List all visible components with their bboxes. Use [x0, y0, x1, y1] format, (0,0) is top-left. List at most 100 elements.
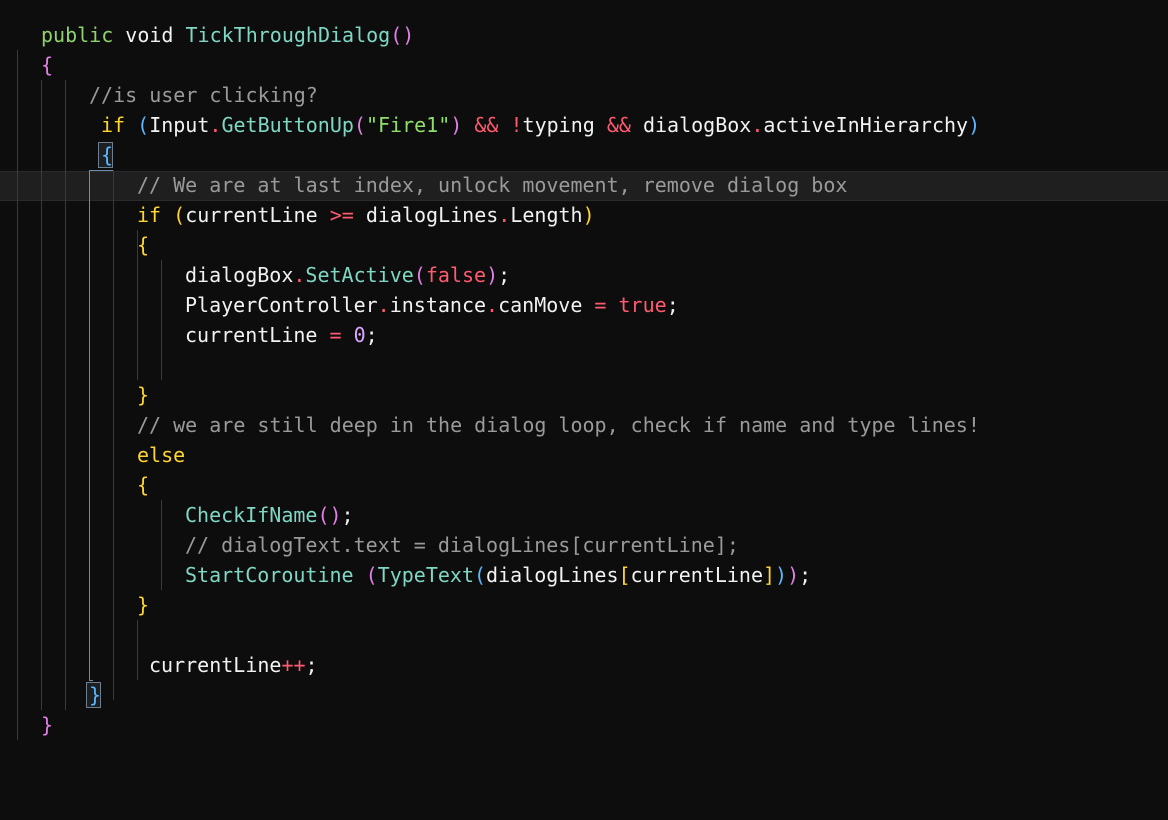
code-token: if [101, 113, 126, 137]
code-token: dialogBox [642, 113, 752, 137]
code-token: . [751, 113, 764, 137]
indent-guide-active-top [89, 170, 113, 171]
code-token: ) [402, 23, 415, 47]
code-line[interactable]: } [89, 680, 101, 710]
code-token: ) [775, 563, 788, 587]
indent-guide [161, 500, 162, 590]
code-token: ; [341, 503, 354, 527]
code-token: CheckIfName [185, 503, 318, 527]
code-token: ; [498, 263, 511, 287]
indent-guide [113, 170, 114, 700]
code-token: >= [329, 203, 354, 227]
code-line[interactable]: } [137, 590, 149, 620]
code-token: false [425, 263, 487, 287]
code-token: { [137, 233, 150, 257]
code-token: } [89, 683, 102, 707]
code-token: ( [365, 563, 378, 587]
code-line[interactable]: //is user clicking? [89, 80, 318, 110]
code-line[interactable]: currentLine++; [149, 650, 318, 680]
code-line[interactable]: CheckIfName(); [185, 500, 354, 530]
code-token: "Fire1" [365, 113, 451, 137]
code-token: Length [510, 203, 583, 227]
code-line[interactable]: currentLine = 0; [185, 320, 378, 350]
code-token: currentLine [185, 323, 318, 347]
code-token: ) [968, 113, 981, 137]
code-token: instance [389, 293, 487, 317]
code-token: dialogBox [185, 263, 294, 287]
code-token: } [41, 713, 54, 737]
code-token: dialogLines [486, 563, 619, 587]
code-token: StartCoroutine [185, 563, 354, 587]
code-token: ( [137, 113, 150, 137]
code-token: if [137, 203, 162, 227]
code-line[interactable]: dialogBox.SetActive(false); [185, 260, 510, 290]
code-line[interactable]: // We are at last index, unlock movement… [137, 170, 847, 200]
code-editor[interactable]: public void TickThroughDialog(){//is use… [0, 0, 1168, 820]
code-token: Input [149, 113, 210, 137]
code-token: ; [666, 293, 679, 317]
code-token: && [474, 113, 499, 137]
code-token: ; [305, 653, 318, 677]
indent-guide [41, 80, 42, 710]
code-token: . [498, 203, 511, 227]
code-token: TickThroughDialog [185, 23, 391, 47]
code-token: // dialogText.text = dialogLines[current… [185, 533, 739, 557]
code-line[interactable]: if (currentLine >= dialogLines.Length) [137, 200, 595, 230]
code-line[interactable]: } [137, 380, 149, 410]
code-token: [ [618, 563, 631, 587]
code-line[interactable]: // dialogText.text = dialogLines[current… [185, 530, 739, 560]
code-token: 0 [353, 323, 366, 347]
code-token: void [125, 23, 174, 47]
code-line[interactable]: StartCoroutine (TypeText(dialogLines[cur… [185, 560, 811, 590]
code-token: = [594, 293, 607, 317]
code-token: = [329, 323, 342, 347]
code-line[interactable]: { [137, 470, 149, 500]
code-token: ! [510, 113, 523, 137]
code-token: { [41, 53, 54, 77]
code-token: public [41, 23, 114, 47]
code-token: canMove [498, 293, 583, 317]
code-token: //is user clicking? [89, 83, 318, 107]
indent-guide-active [89, 170, 90, 680]
code-line[interactable]: { [41, 50, 53, 80]
code-token: true [618, 293, 667, 317]
code-line[interactable]: PlayerController.instance.canMove = true… [185, 290, 679, 320]
code-token: ) [486, 263, 499, 287]
code-token: ( [390, 23, 403, 47]
code-token: ( [474, 563, 487, 587]
code-token: SetActive [305, 263, 414, 287]
code-token: currentLine [630, 563, 763, 587]
code-token: ( [353, 113, 366, 137]
code-token: ) [329, 503, 342, 527]
code-line[interactable]: if (Input.GetButtonUp("Fire1") && !typin… [101, 110, 980, 140]
code-token: ] [763, 563, 776, 587]
code-line[interactable]: } [41, 710, 53, 740]
code-token: ( [413, 263, 426, 287]
code-line[interactable]: // we are still deep in the dialog loop,… [137, 410, 980, 440]
code-token: // We are at last index, unlock movement… [137, 173, 848, 197]
code-token: . [377, 293, 390, 317]
code-line[interactable]: public void TickThroughDialog() [41, 20, 414, 50]
code-token: . [209, 113, 222, 137]
code-line[interactable]: else [137, 440, 185, 470]
code-line[interactable]: { [137, 230, 149, 260]
code-token: // we are still deep in the dialog loop,… [137, 413, 980, 437]
code-token: ) [787, 563, 800, 587]
code-token: ) [450, 113, 463, 137]
code-token: ++ [281, 653, 306, 677]
code-token: } [137, 593, 150, 617]
code-line[interactable]: { [101, 140, 113, 170]
indent-guide [65, 80, 66, 710]
code-token: ; [799, 563, 812, 587]
code-token: else [137, 443, 186, 467]
